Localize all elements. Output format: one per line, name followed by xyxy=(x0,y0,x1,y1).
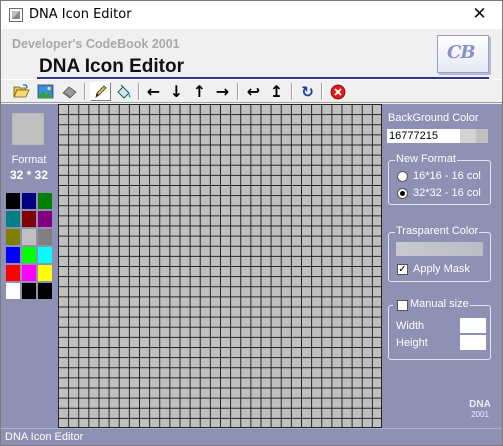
flip-vertical-icon: ↥ xyxy=(269,82,284,101)
palette-swatch[interactable] xyxy=(5,228,21,246)
arrow-right-icon: → xyxy=(215,82,230,101)
pixel-grid-canvas[interactable] xyxy=(58,104,382,428)
palette-swatch[interactable] xyxy=(37,228,53,246)
flip-horizontal-button[interactable]: ↩ xyxy=(243,82,264,101)
palette-swatch[interactable] xyxy=(5,282,21,300)
format-value: 32 * 32 xyxy=(9,168,49,182)
palette-swatch[interactable] xyxy=(37,192,53,210)
header-banner: Developer's CodeBook 2001 DNA Icon Edito… xyxy=(1,29,502,79)
palette-swatch[interactable] xyxy=(21,228,37,246)
format-label: Format xyxy=(11,154,47,166)
shift-down-button[interactable]: ↓ xyxy=(166,82,187,101)
left-panel: Format 32 * 32 xyxy=(1,104,57,428)
window-title: DNA Icon Editor xyxy=(29,7,132,22)
palette-swatch[interactable] xyxy=(21,282,37,300)
image-icon xyxy=(37,84,54,99)
palette-swatch[interactable] xyxy=(21,210,37,228)
toolbar-separator xyxy=(138,83,140,100)
format-16-label[interactable]: 16*16 - 16 col xyxy=(413,170,481,182)
height-label: Height xyxy=(396,337,428,349)
fill-button[interactable] xyxy=(113,82,134,101)
palette-swatch[interactable] xyxy=(5,264,21,282)
palette-swatch[interactable] xyxy=(5,210,21,228)
shift-up-button[interactable]: ↑ xyxy=(189,82,210,101)
open-button[interactable] xyxy=(11,82,32,101)
arrow-down-icon: ↓ xyxy=(169,82,184,101)
palette-swatch[interactable] xyxy=(21,264,37,282)
new-format-legend: New Format xyxy=(395,153,457,165)
arrow-left-icon: ← xyxy=(146,82,161,101)
color-palette xyxy=(5,192,54,300)
toolbar-separator xyxy=(321,83,323,100)
dna-logo: DNA 2001 xyxy=(469,399,491,420)
clear-button[interactable] xyxy=(327,82,348,101)
apply-mask-label[interactable]: Apply Mask xyxy=(413,263,470,275)
app-window: DNA Icon Editor ✕ Developer's CodeBook 2… xyxy=(0,0,503,446)
background-color-swatch-secondary[interactable] xyxy=(476,129,488,143)
app-icon[interactable] xyxy=(9,8,23,22)
format-32-radio[interactable] xyxy=(397,188,408,199)
flip-vertical-button[interactable]: ↥ xyxy=(266,82,287,101)
format-32-label[interactable]: 32*32 - 16 col xyxy=(413,187,481,199)
toolbar-separator xyxy=(84,83,86,100)
flip-horizontal-icon: ↩ xyxy=(246,82,261,101)
background-color-label: BackGround Color xyxy=(388,112,479,124)
toolbar-separator xyxy=(237,83,239,100)
open-icon xyxy=(13,84,30,98)
rotate-button[interactable]: ↻ xyxy=(297,82,318,101)
palette-swatch[interactable] xyxy=(5,192,21,210)
apply-mask-checkbox[interactable]: ✓ xyxy=(397,264,408,275)
banner-title: DNA Icon Editor xyxy=(39,56,184,77)
new-format-group: New Format 16*16 - 16 col 32*32 - 16 col xyxy=(388,153,491,205)
shift-right-button[interactable]: → xyxy=(212,82,233,101)
canvas-area xyxy=(57,104,382,428)
status-bar: DNA Icon Editor xyxy=(1,428,502,445)
width-input[interactable] xyxy=(460,318,486,333)
fill-icon xyxy=(117,84,131,99)
codebook-logo: CB xyxy=(437,35,489,73)
toolbar-separator xyxy=(291,83,293,100)
background-color-swatch[interactable] xyxy=(460,129,476,143)
toolbar: ← ↓ ↑ → ↩ ↥ ↻ xyxy=(1,79,502,103)
load-image-button[interactable] xyxy=(35,82,56,101)
height-input[interactable] xyxy=(460,335,486,350)
banner-subtitle: Developer's CodeBook 2001 xyxy=(12,37,180,51)
palette-swatch[interactable] xyxy=(21,246,37,264)
transparent-color-swatch[interactable] xyxy=(396,242,483,256)
manual-size-checkbox[interactable] xyxy=(397,300,408,311)
eraser-icon xyxy=(62,86,77,99)
arrow-up-icon: ↑ xyxy=(192,82,207,101)
rotate-icon: ↻ xyxy=(301,82,314,101)
background-color-input[interactable]: 16777215 xyxy=(387,129,460,143)
manual-size-group: Manual size Width Height xyxy=(388,298,491,360)
pencil-button[interactable] xyxy=(90,82,111,101)
icon-preview xyxy=(12,113,44,145)
width-label: Width xyxy=(396,320,425,332)
shift-left-button[interactable]: ← xyxy=(143,82,164,101)
pencil-icon xyxy=(95,85,107,98)
palette-swatch[interactable] xyxy=(37,210,53,228)
right-panel: BackGround Color 16777215 New Format 16*… xyxy=(382,104,502,428)
transparent-color-group: Trasparent Color ✓ Apply Mask xyxy=(388,225,491,282)
transparent-color-legend: Trasparent Color xyxy=(395,225,480,237)
clear-icon xyxy=(330,84,345,99)
palette-swatch[interactable] xyxy=(5,246,21,264)
palette-swatch[interactable] xyxy=(37,282,53,300)
eraser-button[interactable] xyxy=(59,82,80,101)
palette-swatch[interactable] xyxy=(37,264,53,282)
title-bar: DNA Icon Editor ✕ xyxy=(1,1,502,29)
palette-swatch[interactable] xyxy=(37,246,53,264)
manual-size-label[interactable]: Manual size xyxy=(410,298,469,310)
format-16-radio[interactable] xyxy=(397,171,408,182)
palette-swatch[interactable] xyxy=(21,192,37,210)
close-button[interactable]: ✕ xyxy=(457,1,502,29)
